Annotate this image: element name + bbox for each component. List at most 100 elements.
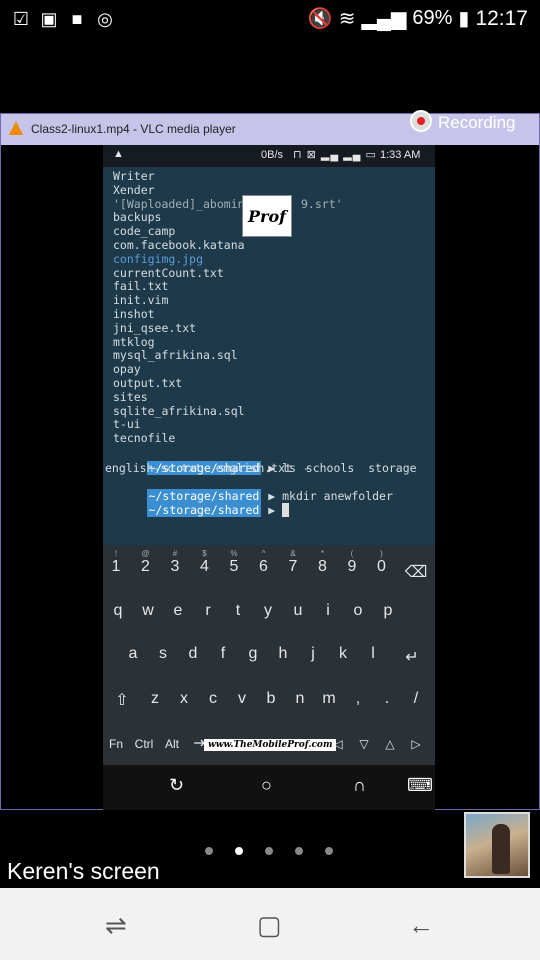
keyboard-key[interactable]: a [120,645,146,663]
keyboard-key[interactable]: j [300,645,326,663]
key-label: o [353,602,363,619]
screen-owner-label: Keren's screen [7,858,160,884]
shift-key[interactable]: ⇧ [109,690,135,710]
key-label: h [278,645,288,662]
keyboard-key[interactable]: p [375,602,401,620]
home-button[interactable]: ▢ [257,910,282,941]
keyboard-key[interactable]: y [255,602,281,620]
back-button[interactable]: ← [408,910,434,941]
keyboard-mod-key[interactable]: Alt [159,737,185,751]
key-label: v [238,690,246,707]
key-label: , [355,690,361,707]
terminal-line: configimg.jpg [113,251,204,266]
keyboard-key[interactable]: t [225,602,251,620]
keyboard-key[interactable]: , [345,690,371,708]
recent-apps-button[interactable]: ⇌ [105,910,127,941]
key-label: m [322,690,336,707]
terminal-line: jni_qsee.txt [113,320,197,335]
page-dot[interactable] [325,847,333,855]
keyboard-key[interactable]: d [180,645,206,663]
terminal-line: output.txt [113,376,183,390]
key-label: . [384,690,390,707]
keyboard-key[interactable]: ! 1 [103,549,129,576]
enter-key[interactable]: ↵ [399,647,425,667]
page-dot[interactable] [235,847,243,855]
checkbox-icon: ☑ [12,9,30,29]
keyboard-key[interactable]: z [142,690,168,708]
terminal-line: backups [113,210,162,225]
keyboard-key[interactable]: * 8 [310,549,336,576]
keyboard-key[interactable]: h [270,645,296,663]
window-title: Class2-linux1.mp4 - VLC media player [31,122,236,136]
key-label: t [235,602,241,619]
keyboard-key[interactable]: / [403,690,429,708]
key-label: l [371,645,375,662]
video-nav-bar: ↻ ○ ∩ ⌨ [103,765,435,810]
terminal-line: opay [113,362,141,377]
command: mkdir anewfolder [282,488,393,503]
terminal-line: com.facebook.katana [113,238,245,252]
keyboard-key[interactable]: (9 [339,549,365,576]
keyboard-key[interactable]: w [135,602,161,620]
recents-icon: ∩ [353,775,366,795]
keyboard-key[interactable]: v [229,690,255,708]
prompt-line-3: ~/storage/shared ▶ _ [146,502,290,517]
participant-thumbnail[interactable] [464,812,530,878]
keyboard-key[interactable]: b [258,690,284,708]
keyboard-key[interactable]: u [285,602,311,620]
keyboard-icon: ⌨ [407,775,433,795]
keyboard-key[interactable]: m [316,690,342,708]
page-dot[interactable] [295,847,303,855]
keyboard-mod-key[interactable]: Fn [103,737,129,751]
key-secondary: ^ [261,549,266,558]
keyboard-key[interactable]: q [105,602,131,620]
keyboard-key[interactable]: . [374,690,400,708]
prompt: ~/storage/shared [146,502,262,517]
arrow-key[interactable]: △ [377,737,403,751]
key-label: s [159,645,167,662]
keyboard-key[interactable]: $4 [192,549,218,576]
image-icon: ▣ [40,9,58,29]
keyboard-key[interactable]: g [240,645,266,663]
page-dot[interactable] [205,847,213,855]
keyboard-key[interactable]: f [210,645,236,663]
keyboard-key[interactable]: ) 0 [369,549,395,576]
chat-icon: ◎ [97,9,113,29]
key-secondary: $ [202,549,207,558]
key-label: n [295,690,305,707]
keyboard-key[interactable]: c [200,690,226,708]
key-label: e [173,602,183,619]
key-label: 2 [141,558,150,575]
battery-icon: ▮ [458,8,470,30]
keyboard-key[interactable]: r [195,602,221,620]
participant-photo [492,824,510,874]
keyboard-key[interactable]: s [150,645,176,663]
keyboard-key[interactable]: ^ 6 [251,549,277,576]
keyboard-key[interactable]: @2 [133,549,159,576]
keyboard-key[interactable]: n [287,690,313,708]
page-dot[interactable] [265,847,273,855]
terminal-line: inshot [113,307,155,321]
backspace-key[interactable]: ⌫ [403,562,429,582]
keyboard-key[interactable]: & 7 [280,549,306,576]
arrow-key[interactable]: ▽ [351,737,377,751]
terminal-line: mysql_afrikina.sql [113,348,238,363]
arrow-key[interactable]: ▷ [403,737,429,751]
key-label: u [293,602,303,619]
keyboard-mod-key[interactable]: Ctrl [131,737,157,751]
warning-icon: ▲ [113,148,124,160]
keyboard-key[interactable]: % 5 [221,549,247,576]
keyboard-key[interactable]: #3 [162,549,188,576]
key-secondary: ) [380,549,383,558]
keyboard-key[interactable]: l [360,645,386,663]
keyboard-key[interactable]: k [330,645,356,663]
rotate-icon: ↻ [169,775,185,795]
keyboard-key[interactable]: x [171,690,197,708]
phone-status-icons: ⊓ ⊠ ▂▄ ▂▄ ▭ [293,149,377,161]
keyboard-key[interactable]: i [315,602,341,620]
phone-status-bar: ▲ 0B/s ⊓ ⊠ ▂▄ ▂▄ ▭ 1:33 AM [103,145,435,167]
key-secondary: % [230,549,238,558]
arrow-key[interactable]: ◁ [325,737,351,751]
keyboard-key[interactable]: o [345,602,371,620]
keyboard-key[interactable]: e [165,602,191,620]
